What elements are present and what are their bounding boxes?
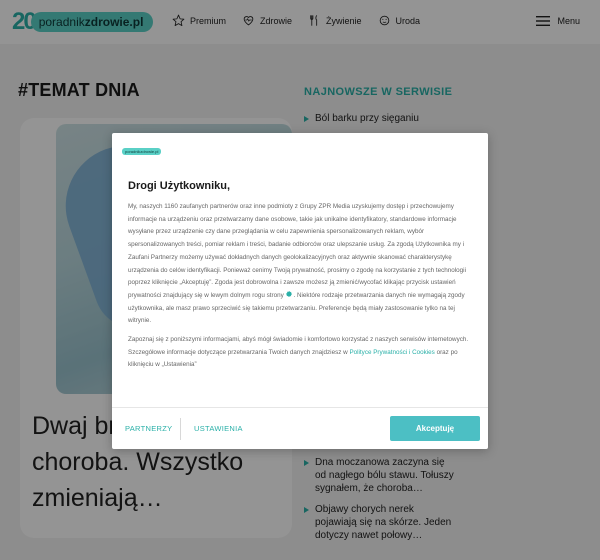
consent-paragraph-2: Zapoznaj się z poniższymi informacjami, …: [128, 336, 469, 369]
consent-title: Drogi Użytkowniku,: [128, 180, 231, 192]
settings-button[interactable]: USTAWIENIA: [194, 424, 243, 433]
accept-button[interactable]: Akceptuję: [390, 416, 480, 441]
consent-body: My, naszych 1160 zaufanych partnerów ora…: [128, 201, 474, 375]
footer-divider: [180, 418, 181, 440]
consent-paragraph-1: My, naszych 1160 zaufanych partnerów ora…: [128, 203, 466, 325]
partners-button[interactable]: PARTNERZY: [125, 424, 172, 433]
consent-logo: poradnikzdrowie.pl: [122, 148, 162, 155]
consent-dialog: poradnikzdrowie.pl Drogi Użytkowniku, My…: [112, 133, 488, 449]
consent-footer: PARTNERZY USTAWIENIA Akceptuję: [112, 407, 488, 449]
privacy-policy-link[interactable]: Polityce Prywatności i Cookies: [349, 349, 434, 356]
